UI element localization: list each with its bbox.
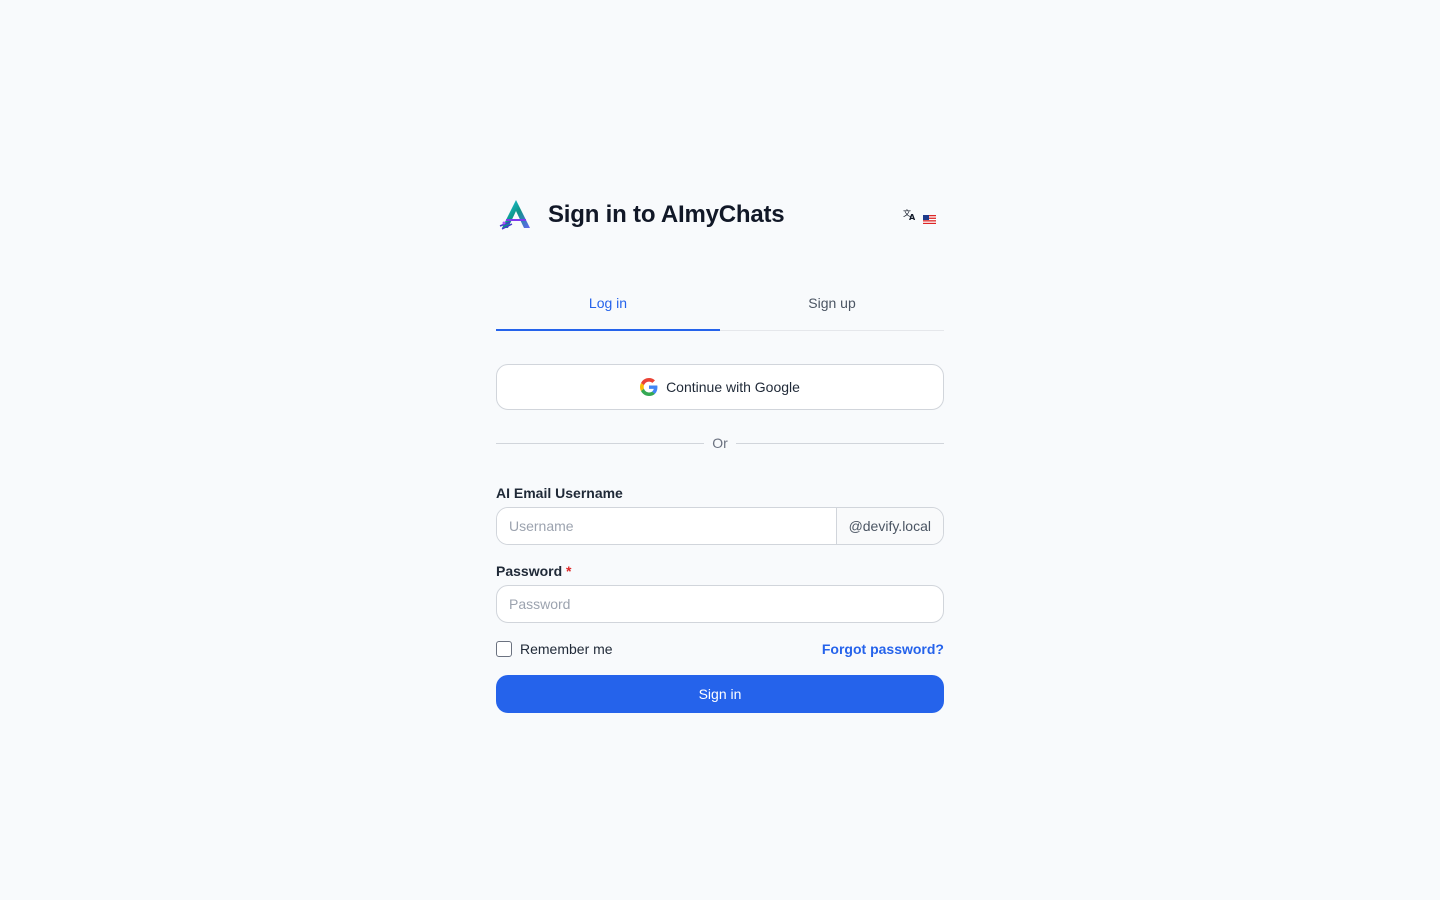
or-divider: Or xyxy=(496,433,944,453)
email-domain-suffix: @devify.local xyxy=(835,508,943,544)
aimychats-logo-icon xyxy=(496,196,536,234)
required-mark: * xyxy=(566,563,572,579)
remember-me-label: Remember me xyxy=(520,641,613,657)
forgot-password-link[interactable]: Forgot password? xyxy=(822,641,944,657)
svg-text:A: A xyxy=(909,213,916,221)
tab-log-in[interactable]: Log in xyxy=(496,293,720,331)
continue-with-google-button[interactable]: Continue with Google xyxy=(496,364,944,410)
page-title: Sign in to AImyChats xyxy=(548,201,785,228)
email-input-group: @devify.local xyxy=(496,507,944,545)
auth-tabs: Log in Sign up xyxy=(496,293,944,331)
login-card: Sign in to AImyChats 文 A Log in Sign up … xyxy=(496,196,944,713)
options-row: Remember me Forgot password? xyxy=(496,640,944,658)
email-username-label: AI Email Username xyxy=(496,485,623,501)
username-input[interactable] xyxy=(497,508,836,544)
password-label-text: Password xyxy=(496,563,563,579)
password-input[interactable] xyxy=(496,585,944,623)
divider-label: Or xyxy=(712,435,728,451)
remember-me[interactable]: Remember me xyxy=(496,641,613,657)
remember-me-checkbox[interactable] xyxy=(496,641,512,657)
us-flag-icon xyxy=(923,211,936,224)
tab-sign-up[interactable]: Sign up xyxy=(720,293,944,330)
google-icon xyxy=(640,378,658,396)
language-switcher[interactable]: 文 A xyxy=(903,207,936,224)
translate-icon: 文 A xyxy=(903,207,917,223)
password-label: Password * xyxy=(496,563,944,579)
brand: Sign in to AImyChats xyxy=(496,196,785,234)
header: Sign in to AImyChats 文 A xyxy=(496,196,944,234)
divider-line-left xyxy=(496,442,705,444)
google-button-label: Continue with Google xyxy=(666,379,800,395)
divider-line-right xyxy=(735,442,944,444)
sign-in-button[interactable]: Sign in xyxy=(496,675,944,713)
